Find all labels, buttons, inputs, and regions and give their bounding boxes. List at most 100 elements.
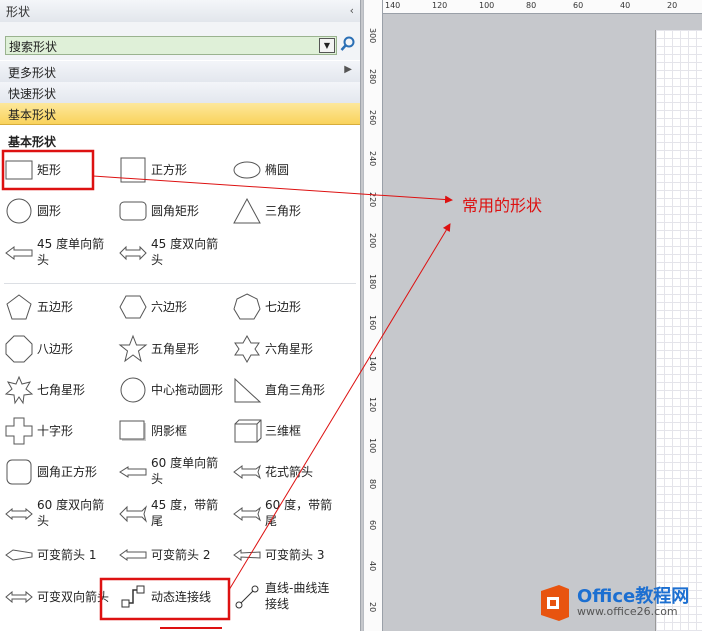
- variable-arrow-icon: [5, 549, 33, 561]
- search-input-text: 搜索形状: [9, 40, 58, 54]
- shape-label: 可变箭头 1: [37, 548, 97, 562]
- search-icon[interactable]: [340, 35, 356, 53]
- shape-arrow45-double[interactable]: 45 度双向箭头: [114, 236, 226, 270]
- single-arrow-icon: [119, 466, 147, 478]
- menu-more-shapes[interactable]: 更多形状 ▶: [0, 61, 360, 83]
- office-logo-icon: [541, 585, 569, 621]
- circle-icon: [120, 377, 146, 403]
- tailed-arrow-icon: [233, 506, 261, 522]
- ruler-tick-label: 140: [385, 1, 401, 10]
- shape-triangle[interactable]: 三角形: [228, 194, 340, 228]
- shape-arrow60-single[interactable]: 60 度单向箭头: [114, 455, 226, 489]
- annotation-text: 常用的形状: [462, 196, 543, 215]
- shape-star5[interactable]: 五角星形: [114, 332, 226, 366]
- shape-ellipse[interactable]: 椭圆: [228, 153, 340, 187]
- shape-var-arrow1[interactable]: 可变箭头 1: [0, 538, 112, 572]
- shape-label: 45 度，带箭尾: [151, 498, 219, 528]
- vertical-ruler[interactable]: 300 280 260 240 220 200 180 160 140 120 100 80 60 40 2…: [363, 0, 383, 631]
- variable-arrow-icon: [233, 549, 261, 561]
- shape-label: 直角三角形: [265, 383, 326, 397]
- shape-rect[interactable]: 矩形: [0, 153, 112, 187]
- collapse-icon[interactable]: ‹: [350, 4, 354, 17]
- ellipse-icon: [233, 161, 261, 179]
- menu-quick-shapes[interactable]: 快速形状: [0, 82, 360, 104]
- chevron-right-icon: ▶: [344, 64, 352, 75]
- shape-square[interactable]: 正方形: [114, 153, 226, 187]
- star7-icon: [4, 375, 34, 405]
- shape-label: 60 度，带箭尾: [265, 498, 333, 528]
- logo: Office教程网 www.office26.com: [537, 579, 702, 631]
- shape-arrow60-tail[interactable]: 60 度，带箭尾: [228, 497, 340, 531]
- ruler-tick-label: 80: [368, 479, 377, 490]
- search-dropdown-icon[interactable]: ▼: [319, 38, 335, 53]
- drawing-page[interactable]: [655, 30, 702, 631]
- shape-heptagon[interactable]: 七边形: [228, 290, 340, 324]
- ruler-tick-label: 60: [368, 520, 377, 531]
- square-icon: [120, 157, 146, 183]
- shape-star6[interactable]: 六角星形: [228, 332, 340, 366]
- 3d-box-icon: [234, 419, 262, 443]
- shape-rounded-square[interactable]: 圆角正方形: [0, 455, 112, 489]
- shape-label: 圆角矩形: [151, 204, 200, 218]
- ruler-tick-label: 300: [368, 28, 377, 44]
- shape-arrow60-double[interactable]: 60 度双向箭头: [0, 497, 112, 531]
- double-arrow-icon: [5, 507, 33, 521]
- panel-title: 形状: [6, 5, 31, 19]
- shape-label: 可变箭头 3: [265, 548, 325, 562]
- logo-subtitle: www.office26.com: [577, 605, 678, 618]
- shape-star7[interactable]: 七角星形: [0, 373, 112, 407]
- rounded-square-icon: [6, 459, 32, 485]
- shape-hexagon[interactable]: 六边形: [114, 290, 226, 324]
- ruler-tick-label: 140: [368, 356, 377, 372]
- shape-octagon[interactable]: 八边形: [0, 332, 112, 366]
- shape-label: 六边形: [151, 300, 188, 314]
- shape-label: 60 度双向箭头: [37, 498, 105, 528]
- shape-label: 可变箭头 2: [151, 548, 211, 562]
- shapes-panel: 形状 ‹ 搜索形状 ▼ 更多形状 ▶ 快速形状 基本形状 基本形状 矩形 正方形…: [0, 0, 361, 631]
- shape-label: 八边形: [37, 342, 74, 356]
- ruler-tick-label: 260: [368, 110, 377, 126]
- shape-pentagon[interactable]: 五边形: [0, 290, 112, 324]
- shape-arrow45-single[interactable]: 45 度单向箭头: [0, 236, 112, 270]
- right-triangle-icon: [234, 377, 262, 403]
- menu-basic-shapes[interactable]: 基本形状: [0, 103, 360, 125]
- circle-icon: [6, 198, 32, 224]
- search-input[interactable]: 搜索形状 ▼: [5, 36, 337, 55]
- pentagon-icon: [6, 294, 32, 320]
- shape-3d-box[interactable]: 三维框: [228, 414, 340, 448]
- shape-label: 三角形: [265, 204, 302, 218]
- ruler-tick-label: 20: [368, 602, 377, 613]
- shape-label: 45 度双向箭头: [151, 237, 219, 267]
- shape-cross[interactable]: 十字形: [0, 414, 112, 448]
- shape-label: 五边形: [37, 300, 74, 314]
- shape-label: 六角星形: [265, 342, 314, 356]
- shape-label: 矩形: [37, 163, 62, 177]
- ruler-tick-label: 160: [368, 315, 377, 331]
- ruler-tick-label: 120: [432, 1, 448, 10]
- shape-label: 十字形: [37, 424, 74, 438]
- shape-var-double-arrow[interactable]: 可变双向箭头: [0, 580, 112, 614]
- section-title: 基本形状: [8, 135, 57, 149]
- shape-circle[interactable]: 圆形: [0, 194, 112, 228]
- heptagon-icon: [233, 293, 261, 320]
- shape-var-arrow2[interactable]: 可变箭头 2: [114, 538, 226, 572]
- shape-label: 五角星形: [151, 342, 200, 356]
- search-row: 搜索形状 ▼: [0, 22, 360, 60]
- shape-shadow-box[interactable]: 阴影框: [114, 414, 226, 448]
- shape-fancy-arrow[interactable]: 花式箭头: [228, 455, 340, 489]
- shape-center-drag-circle[interactable]: 中心拖动圆形: [114, 373, 226, 407]
- shape-label: 直线-曲线连接线: [265, 581, 330, 611]
- menu-more-shapes-label: 更多形状: [8, 66, 57, 80]
- ruler-tick-label: 80: [526, 1, 537, 10]
- shape-dynamic-connector[interactable]: 动态连接线: [114, 580, 226, 614]
- shape-arrow45-tail[interactable]: 45 度，带箭尾: [114, 497, 226, 531]
- shape-line-curve-connector[interactable]: 直线-曲线连接线: [228, 580, 340, 614]
- shape-right-triangle[interactable]: 直角三角形: [228, 373, 340, 407]
- shape-label: 中心拖动圆形: [151, 383, 224, 397]
- shape-label: 三维框: [265, 424, 302, 438]
- shape-rounded-rect[interactable]: 圆角矩形: [114, 194, 226, 228]
- shape-label: 45 度单向箭头: [37, 237, 105, 267]
- ruler-tick-label: 180: [368, 274, 377, 290]
- horizontal-ruler[interactable]: 140 120 100 80 60 40 20: [381, 0, 702, 14]
- shape-var-arrow3[interactable]: 可变箭头 3: [228, 538, 340, 572]
